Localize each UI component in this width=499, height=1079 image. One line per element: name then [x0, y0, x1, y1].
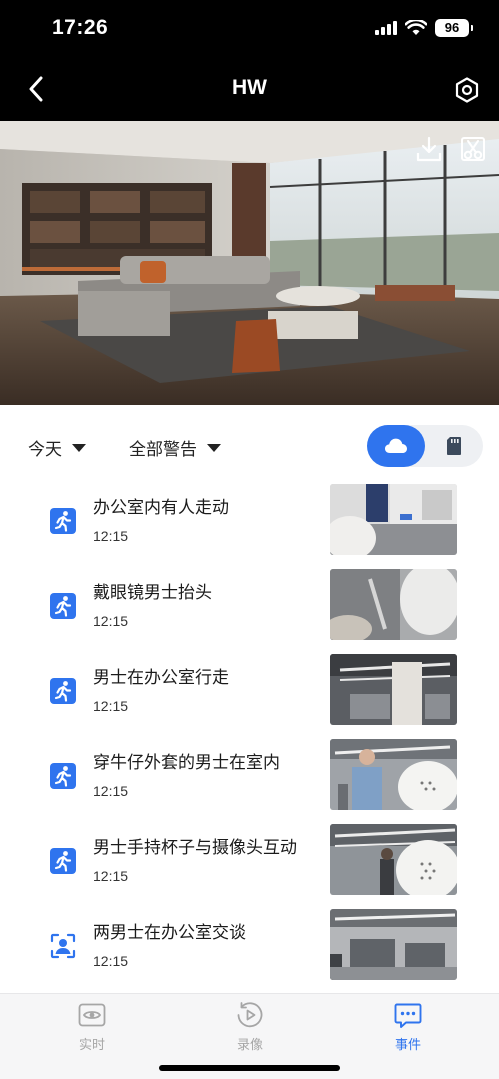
download-icon [416, 136, 442, 162]
two-men-talking-thumbnail-image [330, 909, 457, 980]
storage-toggle [367, 425, 483, 467]
caret-down-icon [72, 443, 86, 452]
tab-events[interactable]: 事件 [368, 1000, 448, 1053]
battery-indicator: 96 [435, 19, 473, 37]
event-thumbnail[interactable] [330, 569, 457, 640]
tab-live-label: 实时 [78, 1038, 105, 1053]
video-tools [415, 135, 487, 163]
event-row[interactable]: 男士手持杯子与摄像头互动 12:15 [0, 821, 499, 906]
man-looking-up-thumbnail-image [330, 569, 457, 640]
event-thumbnail[interactable] [330, 654, 457, 725]
alert-type-label: 全部警告 [129, 440, 197, 460]
man-walking-office-thumbnail-image [330, 654, 457, 725]
event-title: 两男士在办公室交谈 [93, 923, 246, 943]
header: 17:26 96 HW [0, 0, 499, 121]
clip-button[interactable] [459, 135, 487, 163]
tab-recording[interactable]: 录像 [210, 1000, 290, 1053]
sd-card-storage-button[interactable] [425, 425, 483, 467]
live-video-preview[interactable] [0, 121, 499, 405]
hexagon-settings-icon [455, 77, 479, 103]
filter-bar: 今天 全部警告 [0, 405, 499, 481]
person-detect-icon [50, 933, 76, 959]
event-title: 办公室内有人走动 [93, 498, 229, 518]
event-title: 男士在办公室行走 [93, 668, 229, 688]
home-indicator [159, 1065, 340, 1071]
person-running-icon [50, 848, 76, 874]
scissors-icon [461, 137, 485, 161]
settings-button[interactable] [453, 76, 481, 104]
person-running-icon [50, 508, 76, 534]
status-icons: 96 [375, 19, 473, 37]
status-time: 17:26 [52, 16, 109, 39]
caret-down-icon [207, 443, 221, 452]
cellular-signal-icon [375, 21, 397, 35]
wifi-icon [405, 20, 427, 35]
tab-events-label: 事件 [394, 1038, 421, 1053]
eye-icon [78, 1003, 106, 1027]
download-button[interactable] [415, 135, 443, 163]
event-thumbnail[interactable] [330, 739, 457, 810]
office-walking-thumbnail-image [330, 484, 457, 555]
tab-recording-label: 录像 [236, 1038, 263, 1053]
man-holding-cup-thumbnail-image [330, 824, 457, 895]
event-time: 12:15 [93, 613, 129, 629]
person-running-icon [50, 763, 76, 789]
cloud-storage-button[interactable] [367, 425, 425, 467]
event-row[interactable]: 男士在办公室行走 12:15 [0, 651, 499, 736]
message-icon [394, 1003, 422, 1028]
playback-icon [237, 1002, 263, 1028]
person-running-icon [50, 678, 76, 704]
tab-live[interactable]: 实时 [52, 1000, 132, 1053]
event-list: 办公室内有人走动 12:15 戴眼镜男士抬头 12:15 男士在办公室行走 12… [0, 481, 499, 991]
event-row[interactable]: 办公室内有人走动 12:15 [0, 481, 499, 566]
event-thumbnail[interactable] [330, 824, 457, 895]
event-row[interactable]: 穿牛仔外套的男士在室内 12:15 [0, 736, 499, 821]
living-room-camera-image [0, 121, 499, 405]
event-time: 12:15 [93, 868, 129, 884]
alert-type-dropdown[interactable]: 全部警告 [129, 435, 221, 460]
event-time: 12:15 [93, 953, 129, 969]
date-filter-label: 今天 [28, 440, 62, 460]
event-time: 12:15 [93, 783, 129, 799]
event-title: 戴眼镜男士抬头 [93, 583, 212, 603]
date-filter-dropdown[interactable]: 今天 [28, 435, 86, 460]
man-denim-jacket-thumbnail-image [330, 739, 457, 810]
event-time: 12:15 [93, 528, 129, 544]
event-row[interactable]: 两男士在办公室交谈 12:15 [0, 906, 499, 991]
event-title: 穿牛仔外套的男士在室内 [93, 753, 280, 773]
person-running-icon [50, 593, 76, 619]
event-thumbnail[interactable] [330, 909, 457, 980]
event-time: 12:15 [93, 698, 129, 714]
sd-card-icon [447, 437, 461, 455]
cloud-icon [385, 438, 407, 453]
event-title: 男士手持杯子与摄像头互动 [93, 838, 297, 858]
event-thumbnail[interactable] [330, 484, 457, 555]
page-title: HW [232, 76, 267, 99]
event-row[interactable]: 戴眼镜男士抬头 12:15 [0, 566, 499, 651]
